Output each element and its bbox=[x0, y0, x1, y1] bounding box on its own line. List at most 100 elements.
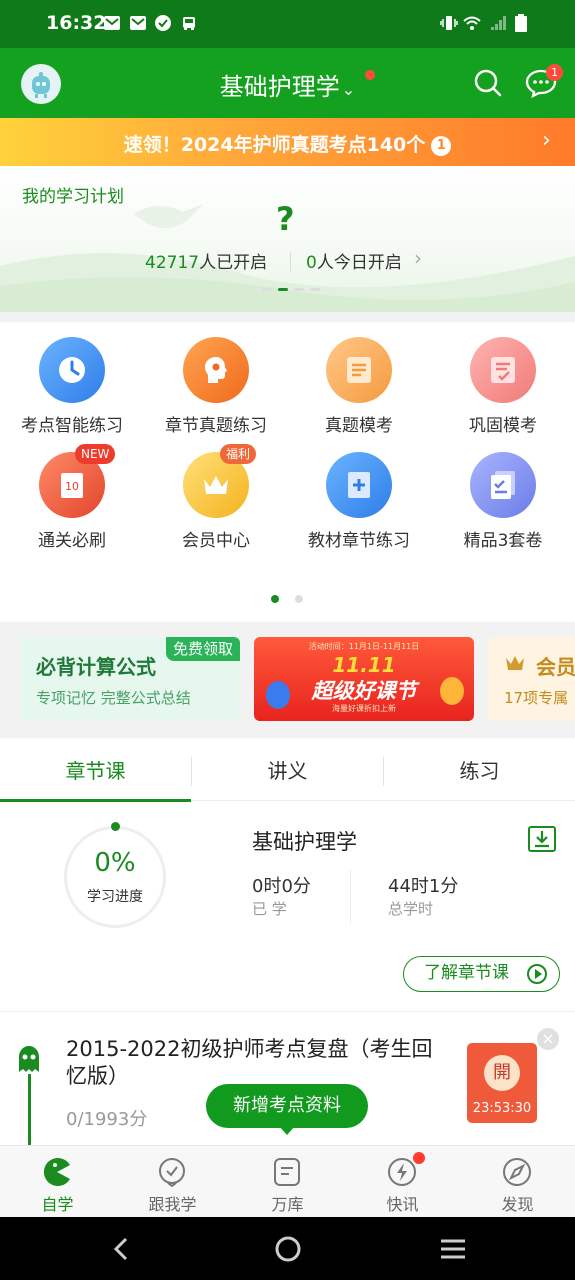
play-icon bbox=[527, 964, 547, 984]
clock-icon bbox=[39, 337, 105, 403]
page-dot bbox=[294, 288, 304, 291]
tab-chapter-course[interactable]: 章节课 bbox=[0, 755, 191, 784]
nav-news[interactable]: 快讯 bbox=[345, 1153, 460, 1215]
grid-item-mock-exam[interactable]: 真题模考 bbox=[287, 337, 431, 452]
notification-dot bbox=[365, 70, 375, 80]
red-packet-coin: 開 bbox=[484, 1055, 520, 1091]
nav-label: 发现 bbox=[501, 1195, 534, 1214]
notebook-icon bbox=[470, 337, 536, 403]
grid-page-dot bbox=[295, 595, 303, 603]
signal-icon bbox=[491, 16, 506, 30]
promo-text: 速领！2024年护师真题考点140个 bbox=[123, 134, 426, 156]
timeline-line bbox=[28, 1074, 31, 1146]
nav-label: 快讯 bbox=[386, 1195, 419, 1214]
chevron-right-icon[interactable]: › bbox=[414, 246, 422, 270]
chevron-right-icon[interactable]: › bbox=[542, 128, 551, 153]
button-label: 了解章节课 bbox=[424, 963, 509, 983]
mail-icon bbox=[130, 16, 146, 30]
nav-label: 跟我学 bbox=[148, 1195, 197, 1214]
nav-question-bank[interactable]: 万库 bbox=[230, 1153, 345, 1215]
new-material-toast[interactable]: 新增考点资料 bbox=[206, 1084, 368, 1128]
grid-item-label: 通关必刷 bbox=[38, 531, 106, 551]
nav-self-study[interactable]: 自学 bbox=[0, 1153, 115, 1215]
medical-book-icon bbox=[326, 452, 392, 518]
course-name: 基础护理学 bbox=[252, 830, 357, 854]
grid-item-label: 会员中心 bbox=[182, 531, 250, 551]
total-value: 44时1分 bbox=[388, 876, 459, 897]
grid-item-smart-practice[interactable]: 考点智能练习 bbox=[0, 337, 144, 452]
free-tag: 免费领取 bbox=[166, 637, 240, 661]
today-number: 0 bbox=[306, 253, 317, 273]
home-icon[interactable] bbox=[274, 1235, 302, 1263]
system-nav-bar bbox=[0, 1217, 575, 1280]
benefit-tag: 福利 bbox=[220, 444, 257, 464]
grid-item-textbook-practice[interactable]: 教材章节练习 bbox=[287, 452, 431, 567]
download-icon[interactable] bbox=[528, 826, 556, 852]
papers-icon bbox=[470, 452, 536, 518]
check-circle-icon bbox=[155, 15, 171, 31]
grid-item-chapter-practice[interactable]: 章节真题练习 bbox=[144, 337, 288, 452]
exam-review-title[interactable]: 2015-2022初级护师考点复盘（考生回忆版） bbox=[66, 1036, 446, 1090]
check-shield-icon bbox=[159, 1158, 185, 1187]
grid-item-label: 考点智能练习 bbox=[21, 416, 123, 436]
learned-value: 0时0分 bbox=[252, 876, 311, 897]
grid-item-premium-papers[interactable]: 精品3套卷 bbox=[431, 452, 575, 567]
tab-practice[interactable]: 练习 bbox=[384, 755, 575, 784]
formula-ad-card[interactable]: 必背计算公式 专项记忆 完整公式总结 免费领取 bbox=[20, 637, 240, 721]
nav-follow-me[interactable]: 跟我学 bbox=[115, 1153, 230, 1215]
progress-label: 学习进度 bbox=[87, 889, 143, 905]
cartoon-figure bbox=[440, 677, 464, 705]
search-icon[interactable] bbox=[473, 68, 503, 98]
grid-item-vip-center[interactable]: 会员中心 bbox=[144, 452, 288, 567]
recents-icon[interactable] bbox=[440, 1238, 466, 1260]
started-suffix: 人已开启 bbox=[199, 253, 268, 273]
status-bar: 16:32 bbox=[0, 0, 575, 48]
promo-text-wrap[interactable]: 速领！2024年护师真题考点140个 1 bbox=[0, 130, 575, 157]
vip-ad-card[interactable]: 会员 17项专属 bbox=[488, 637, 575, 721]
grid-item-review-exam[interactable]: 巩固模考 bbox=[431, 337, 575, 452]
today-suffix: 人今日开启 bbox=[316, 253, 402, 273]
red-packet[interactable]: 開 23:53:30 bbox=[467, 1043, 537, 1123]
ad-subtitle: 专项记忆 完整公式总结 bbox=[36, 689, 191, 707]
document-icon bbox=[326, 337, 392, 403]
progress-ring-marker bbox=[111, 822, 120, 831]
back-icon[interactable] bbox=[110, 1237, 132, 1261]
news-notification-dot bbox=[413, 1152, 425, 1164]
page-dot bbox=[310, 288, 320, 291]
pacman-icon bbox=[43, 1158, 70, 1186]
lightning-icon bbox=[388, 1158, 416, 1186]
nav-discover[interactable]: 发现 bbox=[460, 1153, 575, 1215]
page-title: 基础护理学 bbox=[219, 73, 340, 101]
progress-percent: 0% bbox=[94, 848, 136, 878]
page-dot-active bbox=[278, 288, 288, 291]
hills-decoration bbox=[0, 253, 575, 312]
toast-pointer bbox=[279, 1126, 295, 1135]
bus-icon bbox=[183, 17, 195, 30]
brain-gear-icon bbox=[183, 337, 249, 403]
section-gap bbox=[0, 312, 575, 322]
ad-title: 必背计算公式 bbox=[36, 655, 156, 679]
ad-title: 会员 bbox=[536, 655, 575, 679]
battery-icon bbox=[515, 14, 527, 32]
svg-text:10: 10 bbox=[65, 480, 79, 493]
total-label: 总学时 bbox=[388, 900, 434, 918]
cartoon-figure bbox=[266, 681, 290, 709]
mail-icon bbox=[104, 16, 120, 30]
plan-status-symbol: ? bbox=[276, 200, 295, 238]
double11-ad-card[interactable]: 活动时间：11月1日-11月11日 11.11 超级好课节 海量好课折扣上新 bbox=[254, 637, 474, 721]
close-icon[interactable]: × bbox=[537, 1028, 559, 1050]
countdown: 23:53:30 bbox=[472, 1101, 532, 1116]
today-count: 0人今日开启 bbox=[306, 248, 402, 273]
exam-review-score: 0/1993分 bbox=[66, 1109, 148, 1130]
tab-handout[interactable]: 讲义 bbox=[192, 755, 383, 784]
learn-chapter-course-button[interactable]: 了解章节课 bbox=[403, 956, 560, 992]
document-icon bbox=[274, 1158, 300, 1186]
ad-subtitle: 海量好课折扣上新 bbox=[332, 704, 396, 713]
grid-item-label: 教材章节练习 bbox=[308, 531, 410, 551]
ad-subtitle: 17项专属 bbox=[504, 689, 569, 707]
page-dot bbox=[262, 288, 272, 291]
plan-label: 我的学习计划 bbox=[22, 187, 124, 207]
grid-item-must-do[interactable]: 10 通关必刷 bbox=[0, 452, 144, 567]
section-divider bbox=[0, 1011, 575, 1012]
crown-icon bbox=[506, 656, 524, 670]
